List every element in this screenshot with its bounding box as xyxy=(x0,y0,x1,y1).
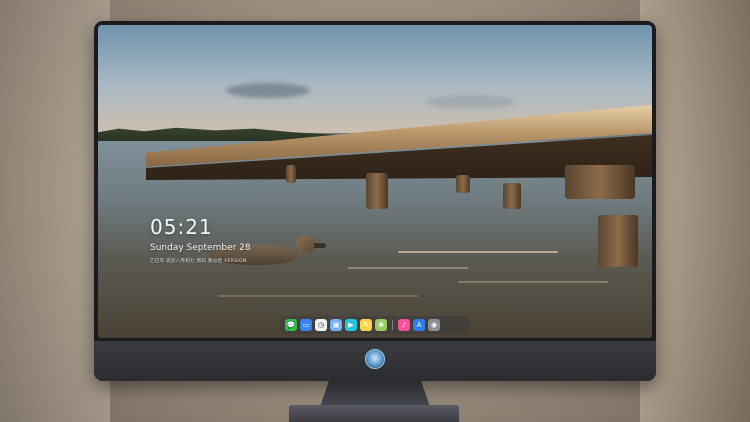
app-store-icon[interactable]: A xyxy=(413,319,425,331)
water-glint xyxy=(348,267,468,269)
monitor-stand-base xyxy=(289,405,459,422)
camera-icon[interactable]: ◉ xyxy=(428,319,440,331)
notes-icon[interactable]: ✎ xyxy=(360,319,372,331)
background-blur-right xyxy=(640,0,750,422)
water-glint xyxy=(458,281,608,283)
pier-post xyxy=(598,215,638,267)
pier-post xyxy=(565,165,635,199)
pier-post xyxy=(366,173,388,209)
music-icon[interactable]: ♪ xyxy=(398,319,410,331)
lockscreen-date: Sunday September 28 xyxy=(150,243,251,253)
lockscreen-lunar-info: 乙巳年 农历八月初七 周日 秋分后 VERSION xyxy=(150,259,247,264)
files-icon[interactable]: ▭ xyxy=(300,319,312,331)
water-glint xyxy=(398,251,558,253)
dock-separator xyxy=(392,320,393,330)
water-glint xyxy=(218,295,418,297)
wallpaper-cloud xyxy=(226,83,310,98)
photos-icon[interactable]: ❀ xyxy=(375,319,387,331)
pier-post xyxy=(286,165,296,183)
clock-app-icon[interactable]: ◷ xyxy=(315,319,327,331)
brand-logo-icon xyxy=(365,349,385,369)
image-viewer-icon[interactable]: ▣ xyxy=(330,319,342,331)
duck-head xyxy=(296,235,316,253)
messages-icon[interactable]: 💬 xyxy=(285,319,297,331)
lockscreen-time: 05:21 xyxy=(150,215,213,239)
monitor-stand-neck xyxy=(320,381,430,407)
duck-bill xyxy=(314,243,326,248)
monitor: 05:21 Sunday September 28 乙巳年 农历八月初七 周日 … xyxy=(94,21,656,381)
pier-post xyxy=(456,175,470,193)
video-icon[interactable]: ▶ xyxy=(345,319,357,331)
pier-post xyxy=(503,183,521,209)
dock: 💬 ▭ ◷ ▣ ▶ ✎ ❀ ♪ A ◉ xyxy=(280,316,470,334)
wallpaper-cloud xyxy=(426,95,516,109)
screen: 05:21 Sunday September 28 乙巳年 农历八月初七 周日 … xyxy=(98,25,652,338)
